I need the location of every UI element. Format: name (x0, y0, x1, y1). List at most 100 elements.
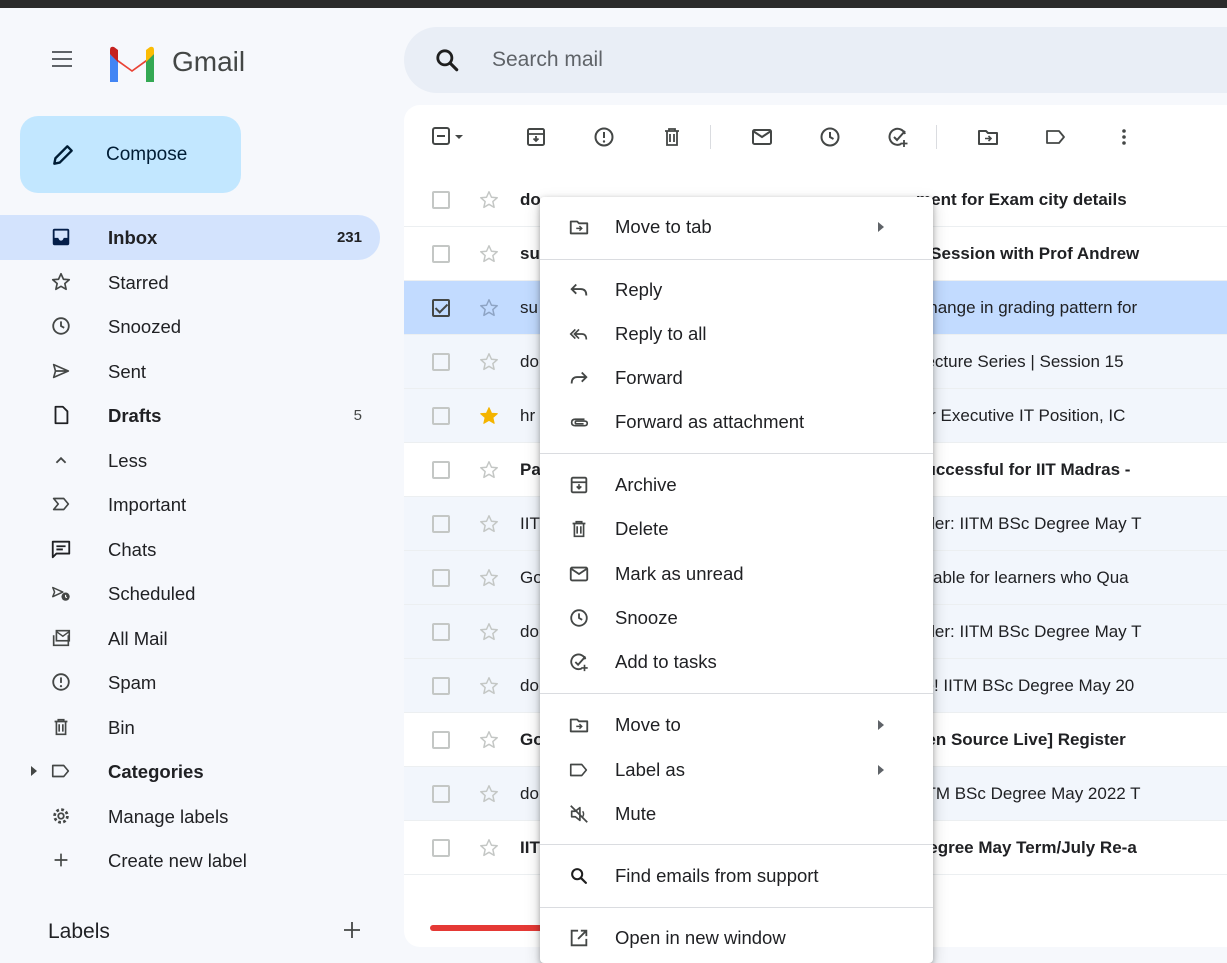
sidebar-item-chats[interactable]: Chats (0, 527, 380, 572)
row-checkbox[interactable] (432, 245, 450, 263)
all-mail-icon (52, 629, 71, 646)
menu-divider (540, 259, 933, 260)
row-checkbox[interactable] (432, 569, 450, 587)
add-label-icon[interactable] (340, 918, 364, 942)
row-checkbox[interactable] (432, 785, 450, 803)
sidebar-item-all-mail[interactable]: All Mail (0, 616, 380, 661)
menu-item-reply-all[interactable]: Reply to all (540, 312, 933, 356)
menu-item-label: Move to tab (615, 216, 712, 237)
menu-item-archive[interactable]: Archive (540, 463, 933, 507)
email-subject: Degree May Term/July Re-a (916, 838, 1137, 857)
row-checkbox[interactable] (432, 299, 450, 317)
sidebar-item-less[interactable]: Less (0, 438, 380, 483)
menu-item-move-to-tab[interactable]: Move to tab (540, 205, 933, 249)
star-icon[interactable] (478, 351, 500, 373)
report-spam-icon[interactable] (592, 125, 616, 149)
delete-icon (572, 520, 586, 538)
row-checkbox[interactable] (432, 677, 450, 695)
menu-item-snooze[interactable]: Snooze (540, 596, 933, 640)
row-checkbox[interactable] (432, 191, 450, 209)
sidebar-item-spam[interactable]: Spam (0, 660, 380, 705)
row-checkbox[interactable] (432, 731, 450, 749)
menu-item-move-to[interactable]: Move to (540, 703, 933, 747)
sidebar-item-manage-labels[interactable]: Manage labels (0, 794, 380, 839)
sidebar-item-important[interactable]: Important (0, 482, 380, 527)
star-filled-icon[interactable] (478, 405, 500, 427)
sidebar-item-scheduled[interactable]: Scheduled (0, 571, 380, 616)
email-subject: successful for IIT Madras - (916, 460, 1131, 479)
row-checkbox[interactable] (432, 839, 450, 857)
select-all-checkbox-icon[interactable] (430, 125, 454, 149)
menu-item-forward[interactable]: Forward (540, 356, 933, 400)
loading-progress-bar (430, 925, 550, 931)
search-input[interactable] (492, 45, 1092, 75)
unread-count: 231 (336, 229, 362, 246)
star-icon[interactable] (478, 459, 500, 481)
mute-icon (570, 805, 588, 823)
menu-item-mark-unread[interactable]: Mark as unread (540, 552, 933, 596)
sidebar-item-snoozed[interactable]: Snoozed (0, 304, 380, 349)
menu-item-open-new-window[interactable]: Open in new window (540, 916, 933, 960)
sidebar-item-sent[interactable]: Sent (0, 349, 380, 394)
row-checkbox[interactable] (432, 353, 450, 371)
star-icon[interactable] (478, 567, 500, 589)
menu-item-label: Delete (615, 518, 669, 539)
label-as-icon[interactable] (1044, 125, 1068, 149)
star-icon[interactable] (478, 729, 500, 751)
menu-item-find-emails[interactable]: Find emails from support (540, 854, 933, 898)
inbox-icon (52, 228, 70, 246)
menu-item-label: Label as (615, 759, 685, 780)
row-checkbox[interactable] (432, 515, 450, 533)
star-icon[interactable] (478, 783, 500, 805)
row-checkbox[interactable] (432, 623, 450, 641)
select-dropdown-icon[interactable] (452, 125, 466, 149)
search-icon[interactable] (434, 47, 460, 73)
label-icon (569, 763, 588, 777)
sidebar-item-categories[interactable]: Categories (0, 749, 380, 794)
archive-icon[interactable] (524, 125, 548, 149)
search-bar[interactable] (404, 27, 1227, 93)
move-to-icon[interactable] (976, 125, 1000, 149)
menu-item-label: Open in new window (615, 927, 786, 948)
star-icon[interactable] (478, 297, 500, 319)
chevron-up-icon (55, 456, 67, 463)
row-checkbox[interactable] (432, 407, 450, 425)
sidebar-item-drafts[interactable]: Drafts 5 (0, 393, 380, 438)
menu-item-label-as[interactable]: Label as (540, 748, 933, 792)
star-icon[interactable] (478, 243, 500, 265)
delete-icon[interactable] (660, 125, 684, 149)
snooze-icon[interactable] (818, 125, 842, 149)
star-icon[interactable] (478, 837, 500, 859)
sidebar-item-starred[interactable]: Starred (0, 260, 380, 305)
menu-divider (540, 453, 933, 454)
menu-item-reply[interactable]: Reply (540, 268, 933, 312)
menu-item-label: Move to (615, 714, 681, 735)
mark-unread-icon[interactable] (750, 125, 774, 149)
sidebar-item-create-label[interactable]: Create new label (0, 838, 380, 883)
submenu-arrow-icon (878, 765, 884, 775)
row-checkbox[interactable] (432, 461, 450, 479)
menu-divider (540, 693, 933, 694)
star-icon[interactable] (478, 675, 500, 697)
compose-button[interactable]: Compose (20, 116, 241, 193)
menu-item-mute[interactable]: Mute (540, 792, 933, 836)
menu-item-forward-attachment[interactable]: Forward as attachment (540, 400, 933, 444)
star-icon[interactable] (478, 621, 500, 643)
menu-item-add-tasks[interactable]: Add to tasks (540, 640, 933, 684)
menu-item-delete[interactable]: Delete (540, 507, 933, 551)
sidebar-item-label: Inbox (108, 227, 158, 248)
star-icon[interactable] (478, 189, 500, 211)
sidebar-item-inbox[interactable]: Inbox 231 (0, 215, 380, 260)
expand-caret-icon[interactable] (31, 766, 37, 776)
more-options-icon[interactable] (1112, 125, 1136, 149)
pencil-icon (53, 145, 73, 165)
app-name: Gmail (172, 46, 246, 77)
email-subject: for Executive IT Position, IC (916, 406, 1126, 425)
main-menu-button[interactable] (42, 46, 82, 76)
sidebar-item-bin[interactable]: Bin (0, 705, 380, 750)
gmail-logo-icon[interactable] (106, 44, 158, 84)
attachment-icon (570, 418, 589, 427)
star-icon[interactable] (478, 513, 500, 535)
add-task-icon[interactable] (886, 125, 910, 149)
email-subject: Lecture Series | Session 15 (916, 352, 1124, 371)
